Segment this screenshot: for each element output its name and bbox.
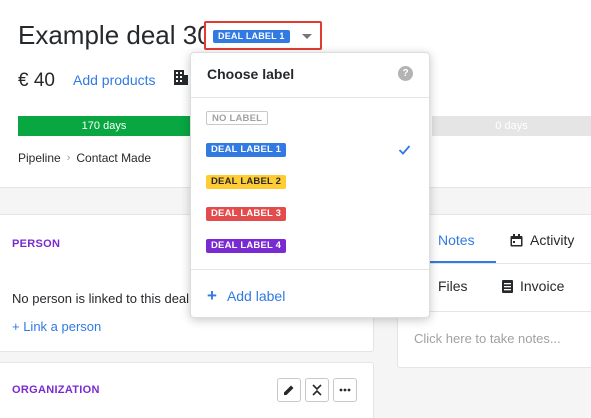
label-pill: DEAL LABEL 1 xyxy=(206,143,287,157)
breadcrumb-pipeline[interactable]: Pipeline xyxy=(18,151,61,165)
breadcrumb-stage[interactable]: Contact Made xyxy=(76,151,151,165)
notes-input[interactable]: Click here to take notes... xyxy=(414,331,561,346)
invoice-icon xyxy=(502,279,513,293)
edit-button[interactable] xyxy=(277,378,301,402)
tab-activity-label: Activity xyxy=(530,232,575,248)
label-pill: DEAL LABEL 4 xyxy=(206,239,287,253)
more-icon xyxy=(339,388,351,392)
tab-notes[interactable]: Notes xyxy=(438,232,475,248)
label-option-3[interactable]: DEAL LABEL 3 xyxy=(191,199,429,229)
chevron-down-icon xyxy=(302,34,312,39)
no-person-text: No person is linked to this deal. xyxy=(12,291,193,306)
help-icon[interactable]: ? xyxy=(398,66,413,81)
plus-icon: + xyxy=(207,286,217,305)
building-icon[interactable] xyxy=(174,69,188,85)
label-option-4[interactable]: DEAL LABEL 4 xyxy=(191,231,429,261)
add-label-text: Add label xyxy=(226,288,286,304)
label-option-none[interactable]: NO LABEL xyxy=(191,103,429,133)
label-select[interactable]: DEAL LABEL 1 xyxy=(204,21,322,50)
label-option-2[interactable]: DEAL LABEL 2 xyxy=(191,167,429,197)
breadcrumb: Pipeline › Contact Made xyxy=(18,151,151,165)
deal-title: Example deal 30 xyxy=(18,20,212,50)
label-pill: DEAL LABEL 3 xyxy=(206,207,287,221)
tab-invoice[interactable]: Invoice xyxy=(502,278,564,294)
collapse-button[interactable] xyxy=(305,378,329,402)
dropdown-divider xyxy=(191,97,429,98)
add-products-link[interactable]: Add products xyxy=(73,72,156,88)
tab-activity[interactable]: Activity xyxy=(510,232,574,248)
organization-card: ORGANIZATION xyxy=(0,362,374,418)
tab-files-label: Files xyxy=(438,278,468,294)
pipeline-stage-2[interactable]: 0 days xyxy=(432,116,591,136)
tab-notes-label: Notes xyxy=(438,232,475,248)
label-option-1[interactable]: DEAL LABEL 1 xyxy=(191,135,429,165)
pipeline-stage-1[interactable]: 170 days xyxy=(18,116,190,136)
tab-files[interactable]: Files xyxy=(438,278,468,294)
calendar-icon xyxy=(510,233,523,246)
add-label-button[interactable]: + Add label xyxy=(207,286,285,306)
person-section-title: PERSON xyxy=(12,238,61,250)
collapse-icon xyxy=(312,384,322,396)
deal-amount: € 40 xyxy=(18,70,55,91)
link-person-button[interactable]: + Link a person xyxy=(12,319,101,334)
label-pill: DEAL LABEL 2 xyxy=(206,175,287,189)
tab-invoice-label: Invoice xyxy=(520,278,565,294)
label-dropdown: Choose label ? NO LABEL DEAL LABEL 1 DEA… xyxy=(190,52,430,318)
check-icon xyxy=(398,145,411,155)
dropdown-divider xyxy=(191,269,429,270)
organization-section-title: ORGANIZATION xyxy=(12,384,100,396)
more-options-button[interactable] xyxy=(333,378,357,402)
chevron-right-icon: › xyxy=(66,152,71,164)
pencil-icon xyxy=(284,385,294,395)
organization-toolbar xyxy=(277,378,357,402)
selected-label-pill: DEAL LABEL 1 xyxy=(213,30,290,43)
label-pill: NO LABEL xyxy=(206,111,269,125)
dropdown-title: Choose label xyxy=(207,66,295,82)
